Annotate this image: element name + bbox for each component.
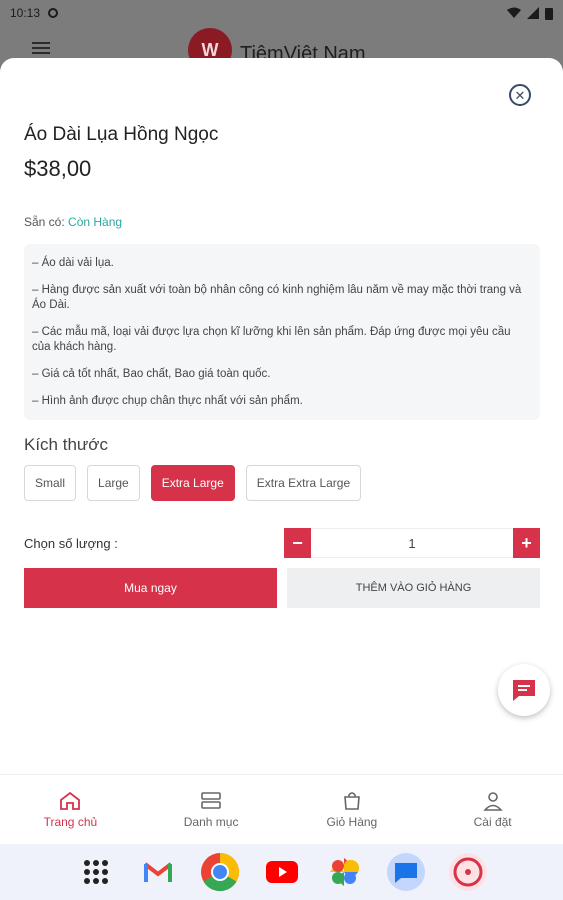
size-options: Small Large Extra Large Extra Extra Larg… — [24, 465, 362, 501]
battery-icon — [545, 7, 553, 20]
nav-cart[interactable]: Giỏ Hàng — [282, 775, 423, 844]
category-icon — [201, 791, 221, 809]
close-icon[interactable]: ✕ — [509, 84, 531, 106]
action-buttons: Mua ngay THÊM VÀO GIỎ HÀNG — [24, 568, 540, 608]
description-line: – Áo dài vải lụa. — [32, 257, 114, 269]
product-price: $38,00 — [24, 156, 92, 181]
description-line: – Hình ảnh được chụp chân thực nhất với … — [32, 395, 303, 407]
wifi-icon — [507, 7, 521, 18]
description-line: – Các mẫu mã, loại vải được lựa chọn kĩ … — [32, 326, 511, 353]
size-option-extra-extra-large[interactable]: Extra Extra Large — [245, 465, 362, 501]
chat-button[interactable] — [498, 664, 550, 716]
gmail-icon[interactable] — [138, 852, 178, 892]
quantity-stepper: − 1 + — [284, 528, 540, 558]
notification-icon — [48, 8, 59, 18]
signal-icon — [527, 7, 539, 19]
nav-label: Trang chủ — [43, 814, 98, 829]
description-line: – Giá cả tốt nhất, Bao chất, Bao giá toà… — [32, 368, 271, 380]
stock-label: Sẵn có: — [24, 215, 65, 229]
quantity-input[interactable]: 1 — [311, 528, 513, 558]
size-option-large[interactable]: Large — [87, 465, 140, 501]
nav-label: Danh mục — [183, 814, 239, 829]
apps-grid-icon[interactable] — [76, 852, 116, 892]
size-option-small[interactable]: Small — [24, 465, 77, 501]
product-description: – Áo dài vải lụa. – Hàng được sản xuất v… — [24, 244, 540, 420]
status-time: 10:13 — [10, 6, 41, 20]
nav-home[interactable]: Trang chủ — [0, 775, 141, 844]
messages-icon[interactable] — [386, 852, 426, 892]
user-icon — [482, 791, 503, 811]
description-line: – Hàng được sản xuất với toàn bộ nhân cô… — [32, 284, 522, 311]
chrome-icon[interactable] — [200, 852, 240, 892]
size-label: Kích thước — [24, 435, 108, 454]
bottom-nav: Trang chủ Danh mục Giỏ Hàng Cài đặt — [0, 774, 563, 844]
youtube-icon[interactable] — [262, 852, 302, 892]
menu-icon[interactable] — [32, 42, 50, 57]
app-dock — [0, 844, 563, 900]
bag-icon — [344, 791, 360, 810]
quantity-label: Chọn số lượng : — [24, 536, 118, 551]
stock-value: Còn Hàng — [68, 215, 123, 229]
status-bar: 10:13 — [0, 0, 563, 26]
nav-label: Cài đặt — [473, 814, 512, 829]
add-to-cart-button[interactable]: THÊM VÀO GIỎ HÀNG — [287, 568, 540, 608]
photos-icon[interactable] — [324, 852, 364, 892]
product-title: Áo Dài Lụa Hồng Ngọc — [24, 124, 219, 145]
nav-settings[interactable]: Cài đặt — [422, 775, 563, 844]
camera-app-icon[interactable] — [448, 852, 488, 892]
nav-label: Giỏ Hàng — [326, 814, 378, 829]
home-icon — [60, 791, 81, 810]
nav-category[interactable]: Danh mục — [141, 775, 282, 844]
chat-icon — [513, 680, 535, 701]
product-sheet: ✕ Áo Dài Lụa Hồng Ngọc $38,00 Sẵn có: Cò… — [0, 58, 563, 774]
buy-now-button[interactable]: Mua ngay — [24, 568, 277, 608]
quantity-minus-button[interactable]: − — [284, 528, 311, 558]
quantity-plus-button[interactable]: + — [513, 528, 540, 558]
size-option-extra-large[interactable]: Extra Large — [150, 465, 235, 501]
stock-status: Sẵn có: Còn Hàng — [24, 215, 122, 229]
